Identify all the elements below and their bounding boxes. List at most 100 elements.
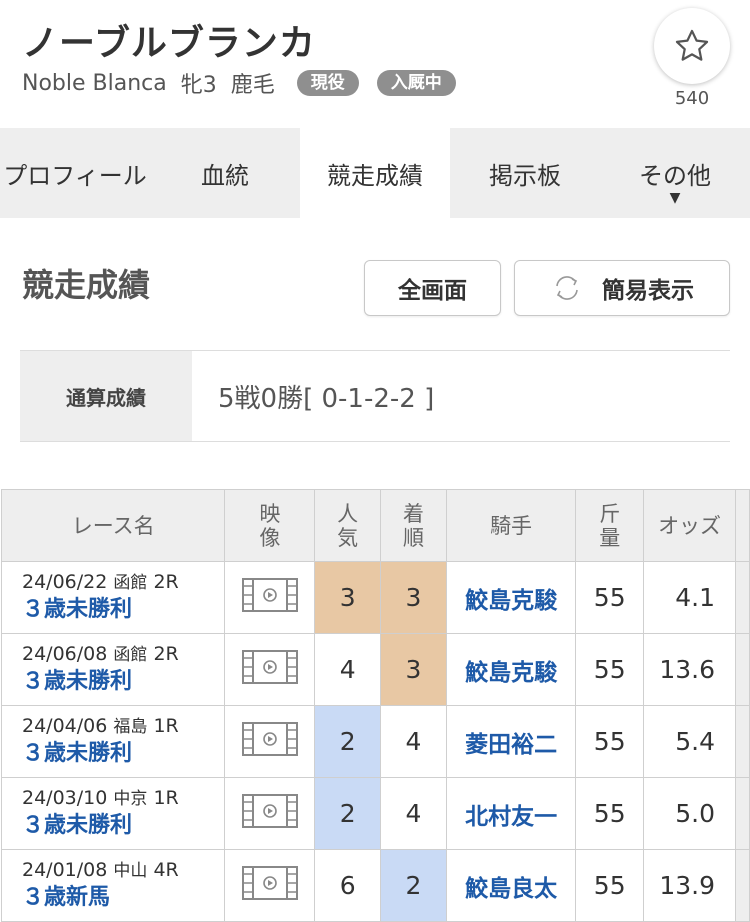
- tab-other[interactable]: その他 ▼: [600, 128, 750, 218]
- video-cell: [224, 705, 316, 778]
- odds-cell: 5.0: [643, 777, 737, 850]
- jockey-link[interactable]: 鮫島克駿: [465, 588, 557, 614]
- refresh-icon: [556, 276, 578, 300]
- header-jockey: 騎手: [445, 489, 577, 562]
- race-cell: 24/03/10 中京 1R ３歳未勝利: [0, 777, 226, 850]
- header-race-name: レース名: [0, 489, 226, 562]
- popularity-cell: 2: [314, 705, 382, 778]
- horse-name: ノーブルブランカ: [22, 23, 316, 64]
- video-icon[interactable]: [241, 649, 299, 691]
- race-date-line: 24/06/22 函館 2R: [22, 570, 224, 595]
- race-date: 24/06/22: [22, 571, 108, 593]
- caret-down-icon: ▼: [669, 190, 681, 206]
- tab-pedigree[interactable]: 血統: [150, 128, 300, 218]
- simple-view-button[interactable]: 簡易表示: [514, 260, 730, 316]
- video-cell: [224, 777, 316, 850]
- header-weight: 斤量: [575, 489, 645, 562]
- video-icon[interactable]: [241, 721, 299, 763]
- race-date: 24/01/08: [22, 859, 108, 881]
- race-date-line: 24/04/06 福島 1R: [22, 714, 224, 739]
- star-icon: [675, 29, 709, 61]
- video-cell: [224, 561, 316, 634]
- video-icon[interactable]: [241, 793, 299, 835]
- race-venue: 福島: [113, 717, 148, 737]
- jockey-link[interactable]: 北村友一: [465, 804, 557, 830]
- tab-label: 競走成績: [327, 161, 423, 190]
- weight-cell: 55: [575, 705, 645, 778]
- race-date-line: 24/03/10 中京 1R: [22, 786, 224, 811]
- race-venue: 中京: [113, 789, 148, 809]
- finish-cell: 3: [380, 561, 447, 634]
- simple-view-button-label: 簡易表示: [602, 278, 694, 304]
- race-date: 24/06/08: [22, 643, 108, 665]
- weight-cell: 55: [575, 849, 645, 922]
- jockey-link[interactable]: 菱田裕二: [465, 732, 557, 758]
- tab-label: プロフィール: [3, 161, 147, 190]
- career-summary: 通算成績 5戦0勝[ 0-1-2-2 ]: [20, 350, 730, 442]
- race-name-link[interactable]: ３歳未勝利: [22, 811, 224, 841]
- jockey-cell: 北村友一: [445, 777, 577, 850]
- extra-cell: [735, 705, 750, 778]
- popularity-cell: 3: [314, 561, 382, 634]
- video-icon[interactable]: [241, 577, 299, 619]
- race-venue: 中山: [113, 861, 148, 881]
- video-cell: [224, 633, 316, 706]
- finish-cell: 4: [380, 777, 447, 850]
- tab-label: 掲示板: [489, 161, 561, 190]
- video-icon[interactable]: [241, 865, 299, 907]
- extra-cell: [735, 561, 750, 634]
- race-name-link[interactable]: ３歳未勝利: [22, 595, 224, 625]
- tab-label: その他: [639, 161, 711, 190]
- header-video-label: 映像: [259, 501, 281, 550]
- race-number: 1R: [153, 787, 179, 809]
- odds-cell: 5.4: [643, 705, 737, 778]
- race-number: 4R: [153, 859, 179, 881]
- horse-coat: 鹿毛: [230, 73, 275, 98]
- race-date-line: 24/06/08 函館 2R: [22, 642, 224, 667]
- odds-cell: 4.1: [643, 561, 737, 634]
- fullscreen-button[interactable]: 全画面: [364, 260, 501, 316]
- tab-profile[interactable]: プロフィール: [0, 128, 150, 218]
- race-date: 24/04/06: [22, 715, 108, 737]
- table-row: 24/03/10 中京 1R ３歳未勝利 2 4 北村友一 55 5.0: [0, 777, 750, 850]
- horse-subtitle: Noble Blanca 牝3 鹿毛 現役 入厩中: [22, 68, 474, 98]
- table-header-row: レース名 映像 人気 着順 騎手 斤量 オッズ: [0, 489, 750, 562]
- race-name-link[interactable]: ３歳新馬: [22, 883, 224, 913]
- favorite-count: 540: [674, 88, 710, 109]
- header-finish-label: 着順: [402, 501, 424, 550]
- race-venue: 函館: [113, 573, 148, 593]
- race-venue: 函館: [113, 645, 148, 665]
- jockey-cell: 鮫島克駿: [445, 633, 577, 706]
- fullscreen-button-label: 全画面: [398, 278, 467, 304]
- popularity-cell: 6: [314, 849, 382, 922]
- status-badge-stable: 入厩中: [376, 70, 456, 96]
- race-results-table: レース名 映像 人気 着順 騎手 斤量 オッズ 24/06/22 函館 2R ３歳…: [0, 489, 750, 922]
- horse-name-en: Noble Blanca: [22, 70, 167, 96]
- favorite-button[interactable]: [654, 8, 730, 84]
- race-date: 24/03/10: [22, 787, 108, 809]
- popularity-cell: 2: [314, 777, 382, 850]
- horse-sex-age: 牝3: [180, 73, 217, 98]
- tab-race-results[interactable]: 競走成績: [300, 128, 450, 218]
- jockey-cell: 鮫島良太: [445, 849, 577, 922]
- status-badge-active: 現役: [296, 70, 359, 96]
- race-cell: 24/06/22 函館 2R ３歳未勝利: [0, 561, 226, 634]
- finish-cell: 3: [380, 633, 447, 706]
- header-popularity: 人気: [314, 489, 382, 562]
- section-title: 競走成績: [22, 266, 151, 304]
- race-number: 2R: [153, 643, 179, 665]
- tab-bulletin-board[interactable]: 掲示板: [450, 128, 600, 218]
- summary-label: 通算成績: [20, 351, 192, 441]
- jockey-link[interactable]: 鮫島克駿: [465, 660, 557, 686]
- jockey-link[interactable]: 鮫島良太: [465, 876, 557, 902]
- header-video: 映像: [224, 489, 316, 562]
- finish-cell: 2: [380, 849, 447, 922]
- header-odds: オッズ: [643, 489, 737, 562]
- finish-cell: 4: [380, 705, 447, 778]
- header-extra: [735, 489, 750, 562]
- odds-cell: 13.6: [643, 633, 737, 706]
- table-row: 24/06/08 函館 2R ３歳未勝利 4 3 鮫島克駿 55 13.6: [0, 633, 750, 706]
- race-name-link[interactable]: ３歳未勝利: [22, 667, 224, 697]
- race-name-link[interactable]: ３歳未勝利: [22, 739, 224, 769]
- table-row: 24/04/06 福島 1R ３歳未勝利 2 4 菱田裕二 55 5.4: [0, 705, 750, 778]
